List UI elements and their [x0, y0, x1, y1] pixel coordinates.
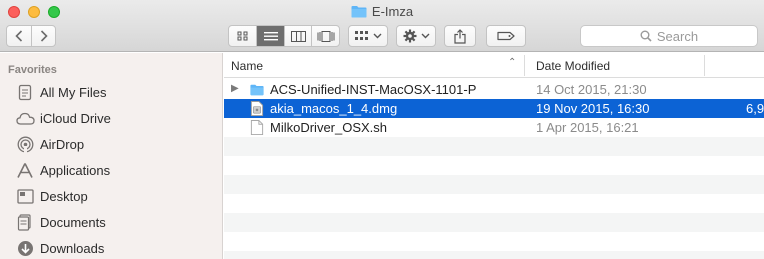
tag-icon	[497, 31, 515, 41]
folder-icon	[250, 84, 264, 96]
documents-icon	[14, 212, 36, 232]
arrange-button[interactable]	[348, 25, 388, 47]
action-button[interactable]	[396, 25, 436, 47]
sidebar-item-label: Documents	[40, 214, 106, 230]
file-size: 6,9	[746, 101, 764, 116]
document-icon	[250, 120, 264, 135]
disk-image-icon	[250, 101, 264, 116]
search-placeholder: Search	[656, 28, 699, 44]
column-header-name[interactable]: Name	[231, 59, 263, 73]
forward-button[interactable]	[31, 26, 55, 46]
file-name: akia_macos_1_4.dmg	[270, 101, 398, 116]
grid-icon	[237, 31, 248, 41]
file-row-selected[interactable]: akia_macos_1_4.dmg 19 Nov 2015, 16:30 6,…	[224, 99, 764, 118]
icon-view-button[interactable]	[229, 26, 256, 46]
sidebar-item-downloads[interactable]: Downloads	[0, 235, 222, 259]
desktop-icon	[14, 186, 36, 206]
sidebar-item-documents[interactable]: Documents	[0, 209, 222, 235]
cover-flow-view-button[interactable]	[311, 26, 339, 46]
empty-row	[224, 194, 764, 213]
cloud-icon	[14, 108, 36, 128]
window-toolbar: E-Imza Search	[0, 0, 764, 52]
disclosure-triangle-icon[interactable]: ▶	[231, 83, 239, 94]
file-date-modified: 14 Oct 2015, 21:30	[536, 82, 647, 97]
share-icon	[454, 28, 466, 44]
window-title: E-Imza	[0, 4, 764, 19]
column-header-date-modified[interactable]: Date Modified	[536, 59, 610, 73]
downloads-icon	[14, 238, 36, 258]
tags-button[interactable]	[486, 25, 526, 47]
back-button[interactable]	[7, 26, 31, 46]
file-date-modified: 19 Nov 2015, 16:30	[536, 101, 650, 116]
sidebar-item-airdrop[interactable]: AirDrop	[0, 131, 222, 157]
empty-row	[224, 213, 764, 232]
sidebar-item-icloud-drive[interactable]: iCloud Drive	[0, 105, 222, 131]
sidebar-item-label: Applications	[40, 162, 111, 178]
columns-icon	[290, 30, 306, 42]
share-button[interactable]	[444, 25, 476, 47]
chevron-down-icon	[421, 33, 429, 39]
sidebar-item-desktop[interactable]: Desktop	[0, 183, 222, 209]
sidebar: Favorites All My Files iCloud Drive AirD…	[0, 53, 223, 259]
column-divider[interactable]	[524, 55, 525, 76]
empty-row	[224, 232, 764, 251]
file-row[interactable]: ▶ ACS-Unified-INST-MacOSX-1101-P 14 Oct …	[224, 80, 764, 99]
file-name: MilkoDriver_OSX.sh	[270, 120, 388, 135]
search-field[interactable]: Search	[580, 25, 758, 47]
empty-row	[224, 137, 764, 156]
folder-icon	[351, 6, 367, 18]
applications-icon	[14, 160, 36, 180]
sidebar-item-label: All My Files	[40, 84, 107, 100]
arrange-grid-icon	[354, 31, 368, 40]
column-view-button[interactable]	[283, 26, 312, 46]
airdrop-icon	[14, 134, 36, 154]
chevron-down-icon	[373, 33, 381, 39]
empty-row	[224, 156, 764, 175]
sidebar-item-applications[interactable]: Applications	[0, 157, 222, 183]
empty-row	[224, 175, 764, 194]
cover-flow-icon	[317, 30, 335, 42]
sidebar-item-label: Downloads	[40, 240, 105, 256]
navigation-buttons	[6, 25, 56, 47]
list-view-button[interactable]	[256, 26, 284, 46]
sort-ascending-icon: ⌃	[508, 57, 517, 68]
file-row[interactable]: MilkoDriver_OSX.sh 1 Apr 2015, 16:21	[224, 118, 764, 137]
sidebar-item-label: iCloud Drive	[40, 110, 111, 126]
gear-icon	[403, 29, 416, 43]
window-title-text: E-Imza	[371, 4, 414, 19]
file-date-modified: 1 Apr 2015, 16:21	[536, 120, 639, 135]
file-list: Name ⌃ Date Modified ▶ ACS-Unified-INST-…	[224, 53, 764, 259]
all-files-icon	[14, 82, 36, 102]
column-divider[interactable]	[704, 55, 705, 76]
empty-row	[224, 251, 764, 259]
chevron-right-icon	[40, 30, 48, 42]
sidebar-item-label: Desktop	[40, 188, 88, 204]
view-mode-buttons	[228, 25, 340, 47]
sidebar-item-all-my-files[interactable]: All My Files	[0, 79, 222, 105]
list-icon	[263, 31, 278, 40]
sidebar-heading-favorites: Favorites	[8, 64, 57, 76]
file-name: ACS-Unified-INST-MacOSX-1101-P	[270, 82, 477, 97]
search-icon	[640, 30, 652, 42]
sidebar-item-label: AirDrop	[40, 136, 85, 152]
chevron-left-icon	[15, 30, 23, 42]
column-header-row: Name ⌃ Date Modified	[224, 53, 764, 78]
